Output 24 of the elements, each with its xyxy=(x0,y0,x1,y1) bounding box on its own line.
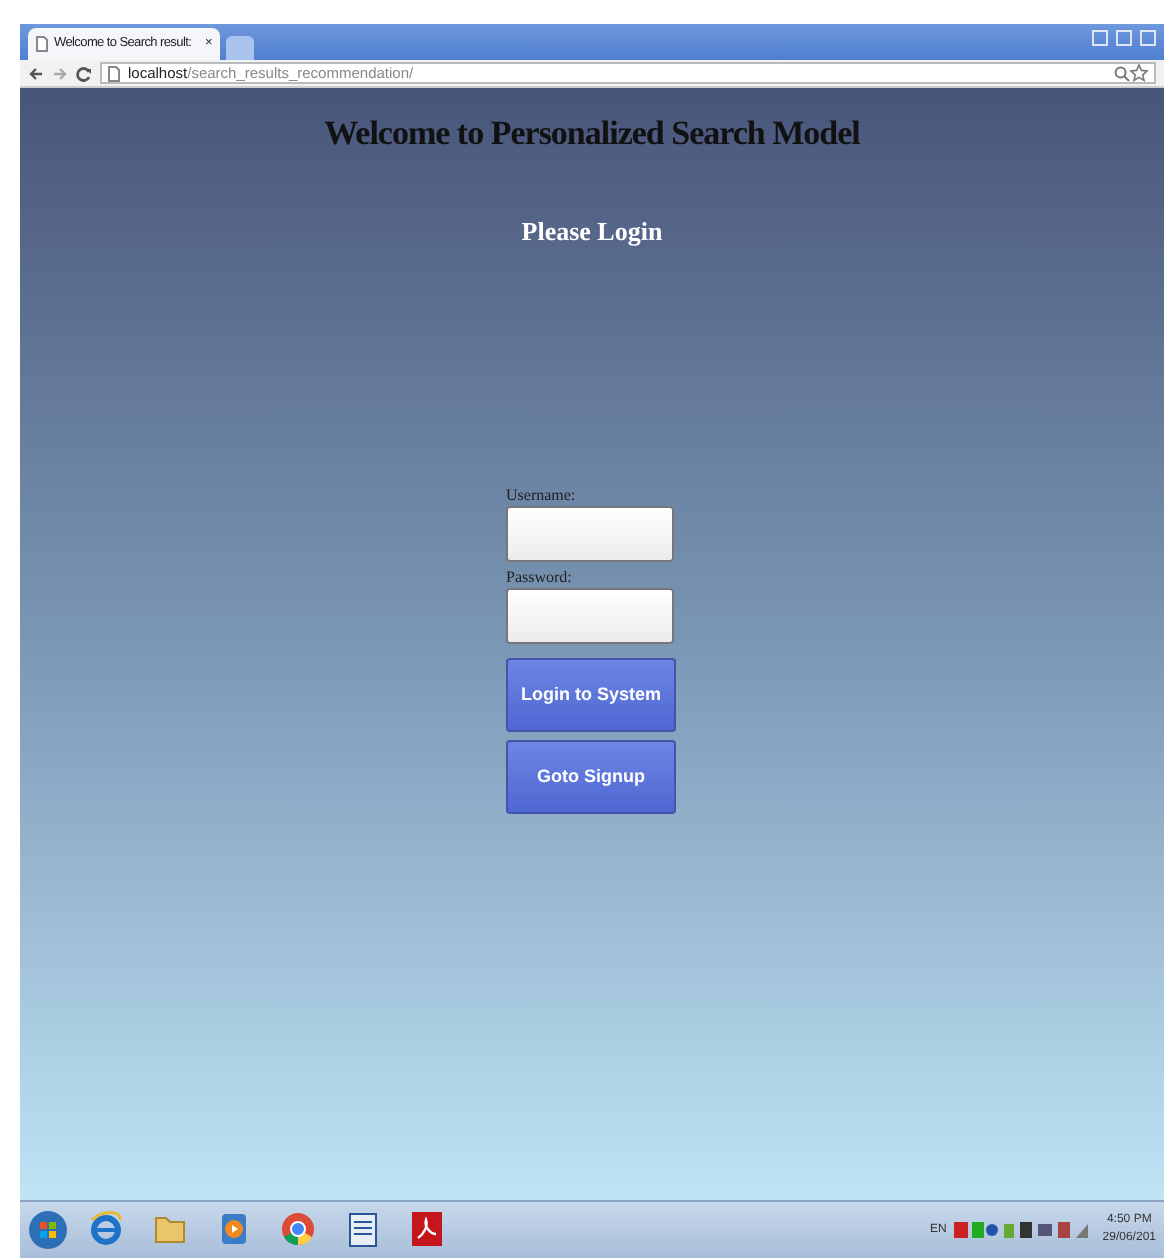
restore-button[interactable] xyxy=(1116,30,1132,46)
page-icon xyxy=(108,65,120,81)
document-icon xyxy=(344,1210,380,1249)
field-label: Password: xyxy=(506,568,574,588)
star-icon[interactable] xyxy=(1130,64,1148,82)
close-button[interactable] xyxy=(1140,30,1156,46)
password-field[interactable] xyxy=(506,588,674,644)
pdf-icon xyxy=(408,1210,444,1249)
forward-icon[interactable] xyxy=(52,65,68,81)
chrome-icon xyxy=(280,1210,316,1249)
signup-button[interactable]: Goto Signup xyxy=(506,740,676,814)
field-label: Username: xyxy=(506,486,578,506)
browser-e-icon xyxy=(88,1210,124,1249)
reload-icon[interactable] xyxy=(76,65,92,81)
minimize-button[interactable] xyxy=(1092,30,1108,46)
zoom-icon[interactable] xyxy=(1114,65,1130,81)
login-subheading: Please Login xyxy=(521,213,663,250)
back-icon[interactable] xyxy=(28,65,44,81)
username-field[interactable] xyxy=(506,506,674,562)
start-orb-icon[interactable] xyxy=(28,1210,68,1250)
page-heading: Welcome to Personalized Search Model xyxy=(324,112,860,156)
page-icon xyxy=(36,36,48,52)
play-icon xyxy=(216,1210,252,1249)
login-button[interactable]: Login to System xyxy=(506,658,676,732)
